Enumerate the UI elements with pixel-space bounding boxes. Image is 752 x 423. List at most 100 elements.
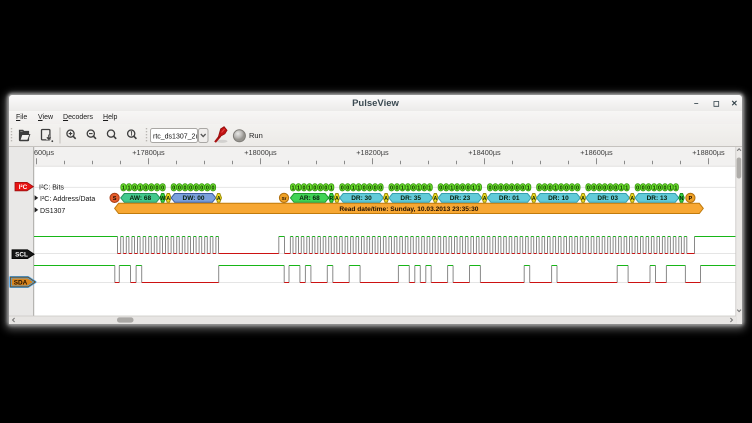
svg-text:S: S — [113, 196, 117, 202]
svg-text:+18000µs: +18000µs — [244, 148, 277, 157]
svg-text:0: 0 — [538, 185, 541, 191]
svg-text:Run: Run — [249, 131, 263, 140]
svg-text:0: 0 — [172, 185, 175, 191]
svg-text:0: 0 — [489, 185, 492, 191]
svg-text:0: 0 — [521, 185, 524, 191]
svg-text:0: 0 — [144, 185, 147, 191]
svg-text:0: 0 — [603, 185, 606, 191]
svg-text:A: A — [434, 196, 438, 202]
svg-text:0: 0 — [423, 185, 426, 191]
svg-text:A: A — [384, 196, 388, 202]
svg-text:0: 0 — [543, 185, 546, 191]
svg-text:0: 0 — [319, 185, 322, 191]
svg-text:0: 0 — [363, 185, 366, 191]
svg-text:0: 0 — [390, 185, 393, 191]
svg-text:0: 0 — [510, 185, 513, 191]
svg-text:DR: 01: DR: 01 — [499, 195, 520, 202]
svg-text:0: 0 — [379, 185, 382, 191]
svg-text:A: A — [532, 196, 536, 202]
svg-text:0: 0 — [324, 185, 327, 191]
svg-text:0: 0 — [609, 185, 612, 191]
svg-text:0: 0 — [565, 185, 568, 191]
svg-text:1: 1 — [139, 185, 142, 191]
svg-text:I²C: Bits: I²C: Bits — [39, 185, 64, 192]
svg-text:0: 0 — [374, 185, 377, 191]
svg-text:1: 1 — [297, 185, 300, 191]
svg-text:0: 0 — [456, 185, 459, 191]
svg-text:+18600µs: +18600µs — [580, 148, 613, 157]
svg-text:1: 1 — [330, 185, 333, 191]
svg-text:0: 0 — [587, 185, 590, 191]
svg-text:0: 0 — [133, 185, 136, 191]
svg-text:1: 1 — [450, 185, 453, 191]
svg-text:1: 1 — [620, 185, 623, 191]
svg-text:+18400µs: +18400µs — [468, 148, 501, 157]
svg-text:rtc_ds1307_2ı: rtc_ds1307_2ı — [153, 133, 197, 140]
svg-text:0: 0 — [499, 185, 502, 191]
svg-text:1: 1 — [128, 185, 131, 191]
svg-text:DR: 10: DR: 10 — [548, 195, 569, 202]
svg-text:0: 0 — [206, 185, 209, 191]
svg-text:0: 0 — [576, 185, 579, 191]
svg-text:1: 1 — [357, 185, 360, 191]
svg-text:0: 0 — [598, 185, 601, 191]
svg-text:1: 1 — [625, 185, 628, 191]
svg-text:+18800µs: +18800µs — [692, 148, 725, 157]
svg-text:0: 0 — [161, 185, 164, 191]
svg-text:R: R — [330, 196, 334, 202]
svg-text:I²C: Address/Data: I²C: Address/Data — [40, 196, 95, 203]
svg-text:0: 0 — [571, 185, 574, 191]
svg-text:DR: 30: DR: 30 — [351, 195, 372, 202]
svg-text:0: 0 — [212, 185, 215, 191]
svg-text:0: 0 — [549, 185, 552, 191]
svg-text:A: A — [217, 196, 221, 202]
svg-text:P: P — [689, 196, 693, 202]
svg-text:DR: 13: DR: 13 — [647, 195, 668, 202]
svg-text:0: 0 — [189, 185, 192, 191]
svg-text:AR: 68: AR: 68 — [299, 195, 320, 202]
svg-text:Sr: Sr — [282, 196, 287, 201]
svg-text:0: 0 — [461, 185, 464, 191]
svg-text:0: 0 — [313, 185, 316, 191]
svg-text:1: 1 — [478, 185, 481, 191]
svg-text:1: 1 — [122, 185, 125, 191]
svg-text:W: W — [160, 196, 165, 202]
svg-text:A: A — [166, 196, 170, 202]
svg-text:1: 1 — [401, 185, 404, 191]
svg-text:N: N — [680, 196, 684, 202]
svg-text:0: 0 — [664, 185, 667, 191]
svg-text:AW: 68: AW: 68 — [130, 195, 152, 202]
svg-text:0: 0 — [647, 185, 650, 191]
svg-text:1: 1 — [653, 185, 656, 191]
svg-text:DS1307: DS1307 — [40, 208, 65, 215]
svg-text:0: 0 — [445, 185, 448, 191]
svg-text:0: 0 — [341, 185, 344, 191]
svg-text:SCL: SCL — [15, 252, 28, 259]
svg-text:A: A — [630, 196, 634, 202]
svg-text:0: 0 — [412, 185, 415, 191]
svg-text:600µs: 600µs — [34, 148, 54, 157]
svg-text:DR: 23: DR: 23 — [450, 195, 471, 202]
svg-text:0: 0 — [494, 185, 497, 191]
svg-text:1: 1 — [472, 185, 475, 191]
svg-text:0: 0 — [505, 185, 508, 191]
svg-text:0: 0 — [303, 185, 306, 191]
svg-text:A: A — [581, 196, 585, 202]
svg-text:I²C: I²C — [19, 184, 28, 191]
svg-text:0: 0 — [636, 185, 639, 191]
svg-text:1: 1 — [417, 185, 420, 191]
svg-text:1: 1 — [554, 185, 557, 191]
svg-text:0: 0 — [200, 185, 203, 191]
svg-text:0: 0 — [396, 185, 399, 191]
svg-text:A: A — [483, 196, 487, 202]
svg-text:+17800µs: +17800µs — [132, 148, 165, 157]
svg-text:SDA: SDA — [14, 279, 28, 286]
svg-text:+18200µs: +18200µs — [356, 148, 389, 157]
svg-text:0: 0 — [195, 185, 198, 191]
svg-text:DW: 00: DW: 00 — [183, 195, 205, 202]
svg-text:0: 0 — [346, 185, 349, 191]
svg-text:0: 0 — [642, 185, 645, 191]
svg-text:1: 1 — [669, 185, 672, 191]
svg-text:0: 0 — [658, 185, 661, 191]
svg-text:0: 0 — [439, 185, 442, 191]
